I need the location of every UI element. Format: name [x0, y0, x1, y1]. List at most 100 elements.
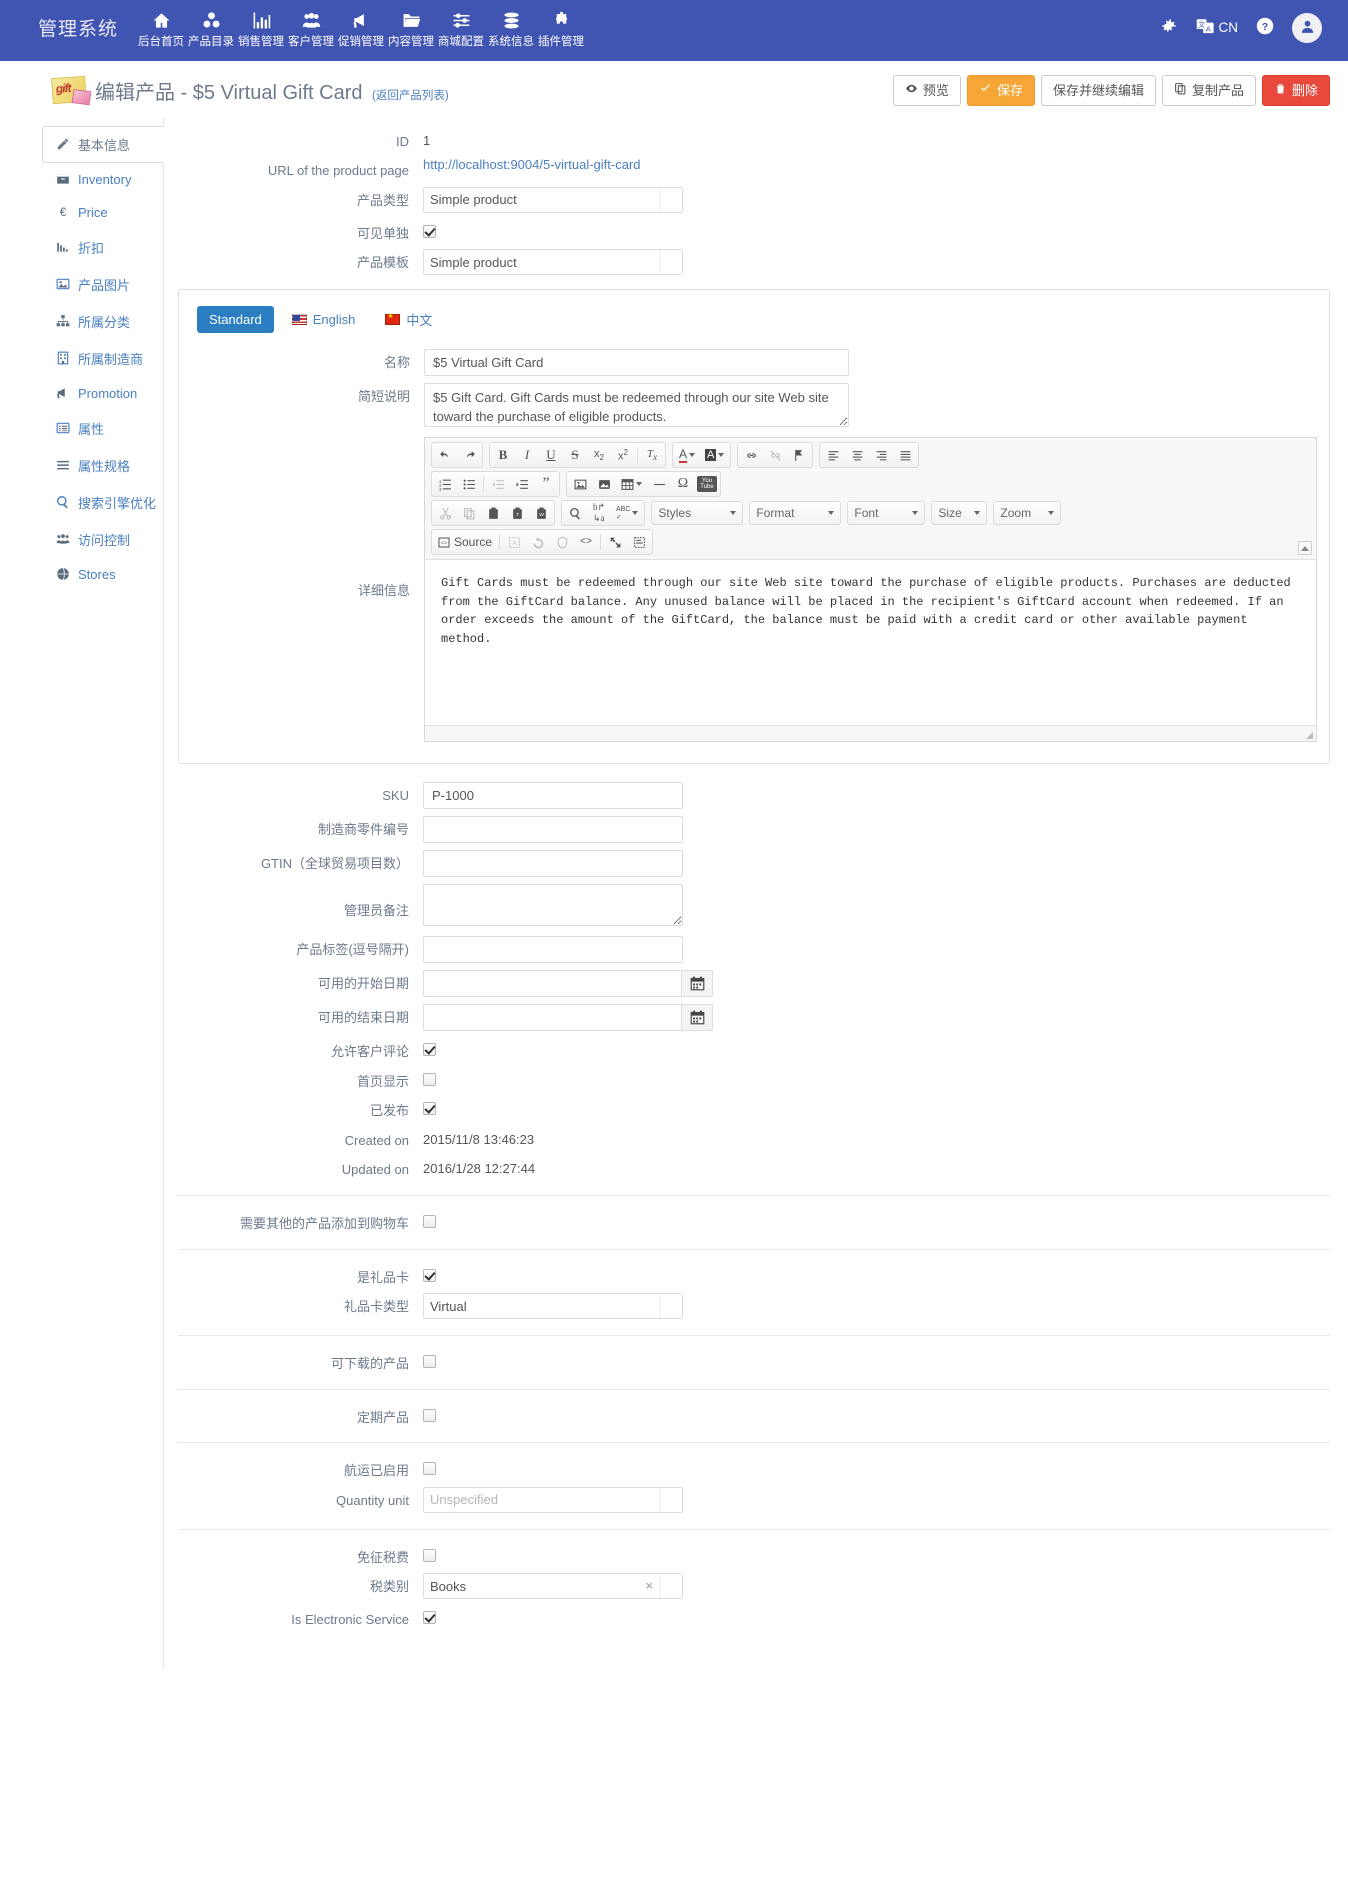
recurring-checkbox[interactable] — [423, 1408, 436, 1422]
require-other-products-checkbox[interactable] — [423, 1214, 436, 1228]
tax-category-select[interactable]: Books — [423, 1573, 683, 1600]
cut-icon[interactable] — [433, 502, 457, 524]
undo-icon[interactable] — [433, 444, 457, 466]
editor-content-area[interactable]: Gift Cards must be redeemed through our … — [425, 560, 1316, 725]
published-checkbox[interactable] — [423, 1102, 436, 1116]
gtin-input[interactable] — [423, 850, 683, 878]
allow-reviews-checkbox[interactable] — [423, 1043, 436, 1057]
text-color-icon[interactable]: A — [674, 444, 700, 466]
short-description-textarea[interactable]: $5 Gift Card. Gift Cards must be redeeme… — [424, 383, 849, 428]
font-dropdown[interactable]: Font — [847, 501, 926, 526]
table-icon[interactable] — [616, 473, 647, 495]
downloadable-checkbox[interactable] — [423, 1355, 436, 1369]
product-name-input[interactable] — [424, 349, 849, 377]
templates-icon[interactable]: A — [502, 531, 526, 553]
product-template-select[interactable]: Simple product — [423, 249, 683, 276]
sidebar-item-categories[interactable]: 所属分类 — [42, 303, 163, 340]
show-blocks-icon[interactable] — [627, 531, 651, 553]
tags-input[interactable] — [423, 936, 683, 964]
sidebar-item-acl[interactable]: 访问控制 — [42, 521, 163, 558]
editor-collapse-toolbar-button[interactable] — [1298, 541, 1312, 556]
sidebar-item-promotion[interactable]: Promotion — [42, 377, 163, 410]
shipping-enabled-checkbox[interactable] — [423, 1462, 436, 1476]
available-start-input[interactable] — [423, 970, 681, 998]
is-electronic-service-checkbox[interactable] — [423, 1611, 436, 1625]
nav-item-configuration[interactable]: 商城配置 — [436, 6, 486, 49]
sidebar-item-specification-attributes[interactable]: 属性规格 — [42, 447, 163, 484]
sidebar-item-stores[interactable]: Stores — [42, 558, 163, 591]
nav-item-plugins[interactable]: 插件管理 — [536, 6, 586, 49]
user-avatar-button[interactable] — [1292, 12, 1322, 43]
clear-tax-category-icon[interactable]: × — [645, 1578, 653, 1593]
styles-dropdown[interactable]: Styles — [651, 501, 744, 526]
sidebar-item-inventory[interactable]: Inventory — [42, 163, 163, 196]
language-switcher[interactable]: A文 CN — [1196, 17, 1238, 38]
find-icon[interactable] — [563, 502, 587, 524]
available-end-input[interactable] — [423, 1004, 681, 1032]
underline-icon[interactable]: U — [539, 444, 563, 466]
nav-item-sales[interactable]: 销售管理 — [236, 6, 286, 49]
redo-icon[interactable] — [457, 444, 481, 466]
align-left-icon[interactable] — [821, 444, 845, 466]
quantity-unit-select[interactable]: Unspecified — [423, 1486, 683, 1513]
remove-format-icon[interactable]: Tx — [640, 444, 664, 466]
help-button[interactable]: ? — [1256, 17, 1274, 38]
numbered-list-icon[interactable]: 123 — [433, 473, 457, 495]
link-icon[interactable] — [739, 444, 763, 466]
format-dropdown[interactable]: Format — [749, 501, 842, 526]
image-icon[interactable] — [568, 473, 592, 495]
blockquote-icon[interactable]: ” — [534, 473, 558, 495]
spellcheck-icon[interactable]: ABC ✓ — [611, 502, 643, 524]
tab-english[interactable]: English — [280, 306, 368, 333]
delete-button[interactable]: 删除 — [1261, 75, 1330, 106]
paste-text-icon[interactable]: T — [505, 502, 529, 524]
visible-individually-checkbox[interactable] — [423, 224, 436, 238]
youtube-icon[interactable]: You Tube — [695, 473, 719, 495]
calendar-icon[interactable] — [681, 970, 713, 998]
subscript-icon[interactable]: x2 — [587, 444, 611, 466]
product-page-url-link[interactable]: http://localhost:9004/5-virtual-gift-car… — [423, 152, 641, 172]
nav-item-dashboard[interactable]: 后台首页 — [136, 6, 186, 49]
nav-item-catalog[interactable]: 产品目录 — [186, 6, 236, 49]
outdent-icon[interactable] — [486, 473, 510, 495]
sidebar-item-manufacturers[interactable]: 所属制造商 — [42, 340, 163, 377]
unlink-icon[interactable] — [763, 444, 787, 466]
media-icon[interactable] — [592, 473, 616, 495]
back-to-list-link[interactable]: (返回产品列表) — [372, 90, 449, 102]
tab-standard[interactable]: Standard — [197, 306, 274, 334]
sidebar-item-pictures[interactable]: 产品图片 — [42, 266, 163, 303]
show-on-home-checkbox[interactable] — [423, 1072, 436, 1086]
nav-item-customers[interactable]: 客户管理 — [286, 6, 336, 49]
nav-item-promotions[interactable]: 促销管理 — [336, 6, 386, 49]
horizontal-rule-icon[interactable] — [647, 473, 671, 495]
strikethrough-icon[interactable]: S — [563, 444, 587, 466]
restore-icon[interactable] — [526, 531, 550, 553]
sku-input[interactable] — [423, 782, 683, 810]
zoom-dropdown[interactable]: Zoom — [993, 501, 1062, 526]
code-snippet-icon[interactable]: <> — [574, 531, 598, 553]
bg-color-icon[interactable]: A — [700, 444, 729, 466]
sidebar-item-price[interactable]: € Price — [42, 196, 163, 229]
editor-resize-footer[interactable] — [425, 725, 1316, 742]
tax-exempt-checkbox[interactable] — [423, 1548, 436, 1562]
italic-icon[interactable]: I — [515, 444, 539, 466]
settings-button[interactable] — [1160, 17, 1178, 38]
paste-icon[interactable] — [481, 502, 505, 524]
maximize-icon[interactable] — [603, 531, 627, 553]
calendar-icon[interactable] — [681, 1004, 713, 1032]
admin-comment-textarea[interactable] — [423, 884, 683, 927]
special-char-icon[interactable]: Ω — [671, 473, 695, 495]
bulleted-list-icon[interactable] — [457, 473, 481, 495]
replace-icon[interactable]: b↱ ↳a — [587, 502, 611, 524]
align-justify-icon[interactable] — [893, 444, 917, 466]
nav-item-content[interactable]: 内容管理 — [386, 6, 436, 49]
paste-word-icon[interactable]: W — [529, 502, 553, 524]
copy-product-button[interactable]: 复制产品 — [1161, 75, 1256, 106]
sidebar-item-attributes[interactable]: 属性 — [42, 410, 163, 447]
sidebar-item-seo[interactable]: 搜索引擎优化 — [42, 484, 163, 521]
bold-icon[interactable]: B — [491, 444, 515, 466]
align-center-icon[interactable] — [845, 444, 869, 466]
save-and-continue-button[interactable]: 保存并继续编辑 — [1040, 75, 1156, 106]
nav-item-system[interactable]: 系统信息 — [486, 6, 536, 49]
sidebar-item-basic-info[interactable]: 基本信息 — [42, 125, 164, 163]
